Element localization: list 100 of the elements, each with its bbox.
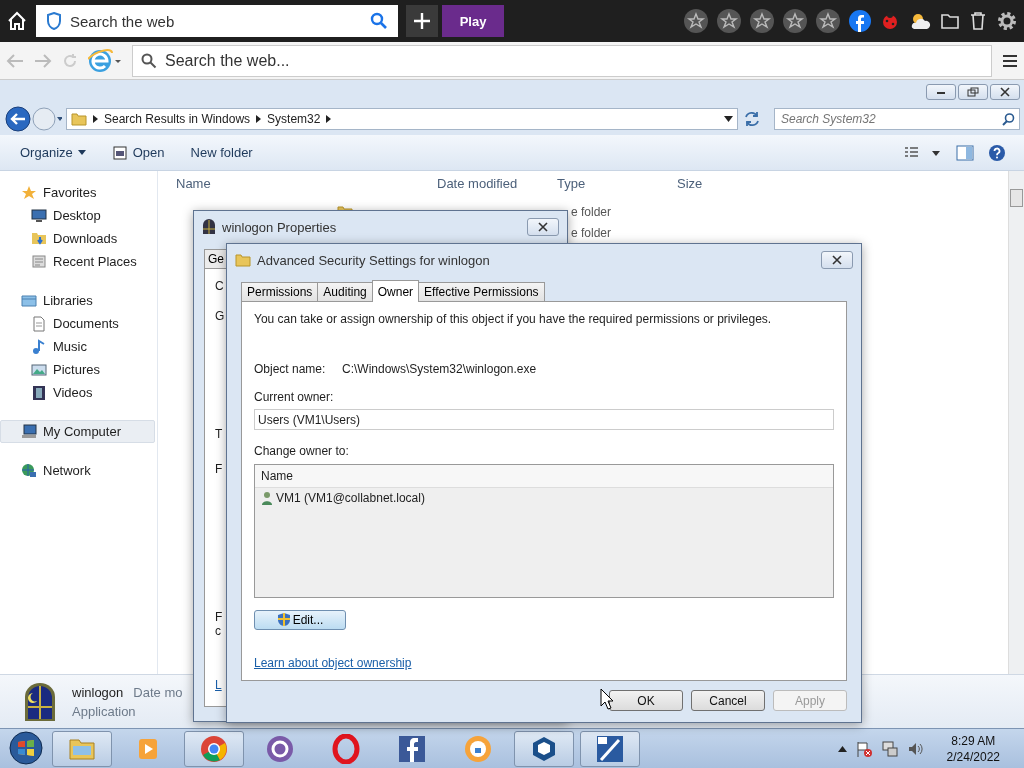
search-field[interactable]: Search System32: [774, 108, 1020, 130]
chrome-icon: [199, 733, 229, 764]
sidebar-item[interactable]: My Computer: [0, 420, 155, 443]
search-field[interactable]: Search the web: [36, 5, 398, 37]
toolbar-button[interactable]: Organize: [18, 143, 88, 162]
sidebar-item[interactable]: Downloads: [0, 227, 157, 250]
taskbar-app[interactable]: [184, 730, 244, 767]
tab[interactable]: Auditing: [317, 282, 373, 301]
monitor-icon: [31, 207, 47, 224]
tab[interactable]: Owner: [371, 280, 420, 302]
sidebar-item[interactable]: Music: [0, 335, 157, 358]
dialog-button[interactable]: Cancel: [691, 690, 765, 711]
dialog-button[interactable]: OK: [609, 690, 683, 711]
toolbar-button[interactable]: Open: [109, 142, 167, 163]
computer-icon: [21, 423, 37, 440]
app-icon: [202, 219, 216, 235]
edit-button[interactable]: Edit...: [254, 609, 346, 630]
film-icon: [31, 384, 47, 401]
chevron-right-icon: [256, 115, 262, 123]
window-title: Advanced Security Settings for winlogon: [257, 252, 490, 268]
text-fragment: T: [215, 427, 223, 441]
search-icon[interactable]: [1002, 112, 1015, 126]
search-field[interactable]: Search the web...: [132, 44, 992, 77]
folder-icon: [71, 112, 87, 126]
sidebar-item[interactable]: Libraries: [0, 289, 157, 312]
menu-icon[interactable]: [1002, 53, 1018, 68]
caret-up-icon[interactable]: [837, 745, 847, 752]
taskbar-app[interactable]: [580, 730, 640, 767]
mouse-pointer-icon: [600, 688, 614, 710]
dropdown-caret-icon[interactable]: [724, 116, 733, 122]
view-options-icon[interactable]: [904, 145, 942, 160]
globe-icon: [21, 462, 37, 479]
breadcrumb-item[interactable]: Search Results in Windows: [104, 112, 251, 126]
plus-icon: [413, 12, 431, 30]
file-name: winlogon: [72, 684, 124, 700]
owner-field[interactable]: Users (VM1\Users): [254, 409, 834, 431]
open-file-icon: [111, 144, 128, 161]
close-button[interactable]: [821, 251, 853, 269]
window-icon: [22, 680, 58, 723]
tab[interactable]: Permissions: [241, 282, 319, 301]
object-path: C:\Windows\System32\winlogon.exe: [342, 362, 537, 376]
recent-places-icon: [31, 253, 47, 270]
library-icon: [21, 292, 37, 309]
clock-date[interactable]: 2/24/2022: [946, 749, 1000, 764]
field-label: Date mo: [133, 684, 183, 700]
back-button-icon[interactable]: [4, 105, 62, 133]
text-fragment: G: [215, 309, 225, 323]
chevron-right-icon: [93, 115, 98, 123]
chevron-right-icon: [326, 115, 332, 123]
folder-icon[interactable]: [940, 12, 960, 30]
column-header[interactable]: Date modified: [437, 175, 557, 191]
tab[interactable]: Ge: [204, 249, 227, 269]
refresh-icon[interactable]: [742, 109, 762, 129]
star-icon: [21, 184, 37, 201]
breadcrumb-item[interactable]: System32: [267, 112, 321, 126]
sidebar-item[interactable]: Network: [0, 459, 157, 482]
facebook-icon[interactable]: [849, 10, 871, 32]
toolbar-button[interactable]: New folder: [188, 143, 255, 162]
folder-arrow-icon: [31, 230, 47, 247]
browser-lock-icon: [463, 733, 493, 764]
play-button[interactable]: Play: [442, 5, 504, 37]
browser-logo-icon[interactable]: [88, 47, 122, 74]
column-header[interactable]: Size: [677, 175, 757, 191]
sidebar-item[interactable]: Desktop: [0, 204, 157, 227]
close-button[interactable]: [990, 83, 1020, 100]
search-icon[interactable]: [370, 12, 388, 30]
trash-icon[interactable]: [969, 11, 987, 31]
owner-row[interactable]: VM1 (VM1@collabnet.local): [255, 488, 833, 509]
restore-button[interactable]: [958, 83, 988, 100]
column-header[interactable]: Type: [557, 175, 677, 191]
weather-icon[interactable]: [909, 11, 931, 31]
sidebar-item[interactable]: Pictures: [0, 358, 157, 381]
close-icon: [832, 255, 842, 265]
column-header[interactable]: Name: [255, 465, 833, 489]
scrollbar-thumb[interactable]: [1010, 189, 1023, 207]
help-icon[interactable]: [988, 143, 1006, 162]
clock-time[interactable]: 8:29 AM: [951, 733, 996, 748]
address-bar[interactable]: Search Results in Windows System32: [66, 108, 738, 130]
add-button[interactable]: [406, 5, 438, 37]
text-fragment: c: [215, 624, 221, 638]
sidebar-item[interactable]: Videos: [0, 381, 157, 404]
sidebar-item[interactable]: Recent Places: [0, 250, 157, 273]
column-header[interactable]: Name: [176, 175, 437, 191]
help-link[interactable]: Learn about object ownership: [254, 656, 412, 670]
flag-icon[interactable]: [854, 739, 873, 758]
sidebar-item[interactable]: Documents: [0, 312, 157, 335]
ring-icon: [265, 733, 295, 764]
sidebar-item[interactable]: Favorites: [0, 181, 157, 204]
settings-icon[interactable]: [996, 10, 1018, 32]
close-button[interactable]: [527, 218, 559, 236]
tab[interactable]: Effective Permissions: [418, 282, 545, 301]
network-icon[interactable]: [880, 739, 899, 758]
minimize-button[interactable]: [926, 83, 956, 100]
search-input[interactable]: Search the web: [68, 11, 364, 31]
home-icon[interactable]: [6, 10, 28, 32]
link-fragment: L: [215, 678, 222, 692]
intro-text: You can take or assign ownership of this object if you have the required permissions or privileges.: [254, 312, 773, 326]
facebook-icon: [397, 733, 427, 764]
taskbar-app[interactable]: [514, 730, 574, 767]
field-label: Change owner to:: [254, 444, 350, 459]
